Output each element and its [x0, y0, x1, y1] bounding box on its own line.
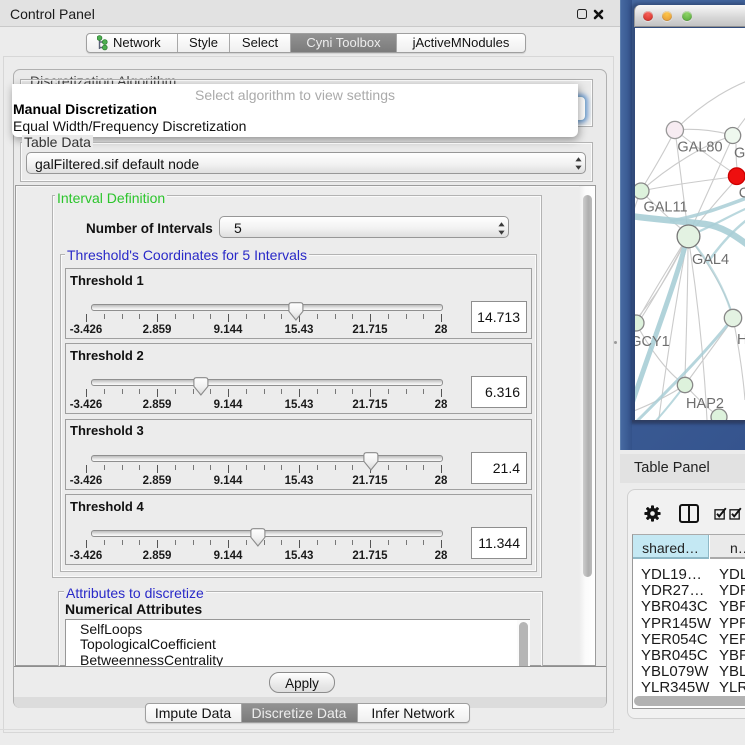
svg-text:HAP2: HAP2 [686, 396, 724, 412]
svg-text:GAL4: GAL4 [692, 252, 729, 268]
svg-text:GCY1: GCY1 [635, 334, 670, 350]
svg-text:C: C [739, 186, 745, 202]
svg-text:H: H [737, 332, 745, 348]
svg-text:GAL11: GAL11 [643, 200, 687, 216]
svg-text:GA: GA [734, 146, 745, 162]
svg-text:GAL80: GAL80 [677, 140, 722, 156]
